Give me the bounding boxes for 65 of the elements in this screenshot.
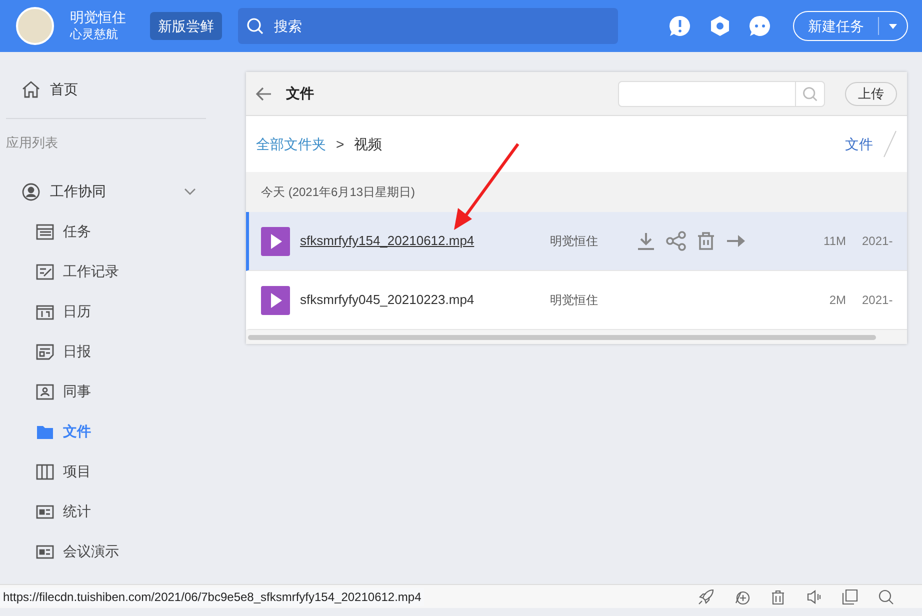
file-owner: 明觉恒住 (550, 292, 599, 309)
speaker-icon[interactable] (806, 588, 822, 604)
sidebar-item[interactable]: 会议演示 (6, 540, 246, 562)
card-icon (36, 504, 54, 520)
chat-icon[interactable] (749, 15, 771, 37)
horizontal-scrollbar[interactable] (248, 334, 876, 340)
file-name[interactable]: sfksmrfyfy154_20210612.mp4 (300, 231, 550, 251)
new-task-button[interactable]: 新建任务 (793, 11, 908, 41)
window-icon[interactable] (842, 588, 858, 604)
report-icon (36, 344, 54, 360)
share-icon[interactable] (666, 231, 686, 251)
avatar[interactable] (16, 7, 54, 45)
rocket-icon[interactable] (698, 588, 714, 604)
sidebar-item[interactable]: 项目 (6, 460, 246, 482)
sidebar-item[interactable]: 工作记录 (6, 260, 246, 282)
settings-icon[interactable] (709, 15, 731, 37)
trash-icon[interactable] (770, 588, 786, 604)
view-label[interactable]: 文件 (845, 134, 873, 154)
user-circle-icon (22, 182, 40, 200)
folder-icon (36, 424, 54, 440)
search-field[interactable] (618, 80, 825, 106)
search-field[interactable]: 搜索 (238, 8, 618, 44)
slash-icon (883, 130, 897, 158)
calendar-icon (36, 304, 54, 320)
sidebar-item[interactable]: 任务 (6, 220, 246, 242)
video-file-icon (261, 286, 290, 314)
upload-button[interactable]: 上传 (845, 82, 897, 106)
file-size: 2M (828, 292, 846, 309)
file-owner: 明觉恒住 (550, 233, 599, 250)
file-row[interactable]: sfksmrfyfy154_20210612.mp4 明觉恒住 11M 2021- (246, 212, 907, 271)
card-icon (36, 544, 54, 560)
sidebar-item[interactable]: 日历 (6, 300, 246, 322)
section-label: 应用列表 (6, 134, 59, 152)
date-group-label: 今天 (2021年6月13日星期日) (246, 172, 907, 212)
file-date: 2021- (862, 233, 893, 250)
plus-circle-icon[interactable] (734, 588, 750, 604)
sidebar-item[interactable]: 日报 (6, 340, 246, 362)
back-arrow-icon[interactable] (256, 86, 272, 100)
dropdown-caret-icon[interactable] (889, 24, 897, 28)
download-icon[interactable] (636, 231, 656, 251)
video-file-icon (261, 226, 290, 256)
edit-note-icon (36, 264, 54, 280)
file-row[interactable]: sfksmrfyfy045_20210223.mp4 明觉恒住 2M 2021- (246, 271, 907, 330)
search-icon[interactable] (878, 588, 894, 604)
list-icon (36, 224, 54, 240)
group-header[interactable]: 工作协同 (6, 180, 196, 202)
new-version-button[interactable]: 新版尝鲜 (150, 12, 222, 40)
search-icon (246, 17, 264, 35)
user-subtitle: 心灵慈航 (70, 26, 119, 43)
columns-icon (36, 464, 54, 480)
file-name[interactable]: sfksmrfyfy045_20210223.mp4 (300, 290, 550, 310)
alert-bubble-icon[interactable] (669, 15, 691, 37)
sidebar-item[interactable]: 同事 (6, 380, 246, 402)
panel-title: 文件 (286, 84, 314, 103)
sidebar-item[interactable]: 首页 (6, 78, 246, 100)
delete-icon[interactable] (696, 231, 716, 251)
user-name: 明觉恒住 (70, 9, 126, 26)
file-date: 2021- (862, 292, 893, 309)
chevron-icon[interactable] (184, 188, 196, 196)
breadcrumb-separator: > (336, 134, 344, 154)
contact-card-icon (36, 384, 54, 400)
sidebar-item[interactable]: 统计 (6, 500, 246, 522)
breadcrumb-link[interactable]: 全部文件夹 (256, 134, 326, 154)
file-size: 11M (822, 233, 846, 250)
home-icon (22, 80, 40, 98)
